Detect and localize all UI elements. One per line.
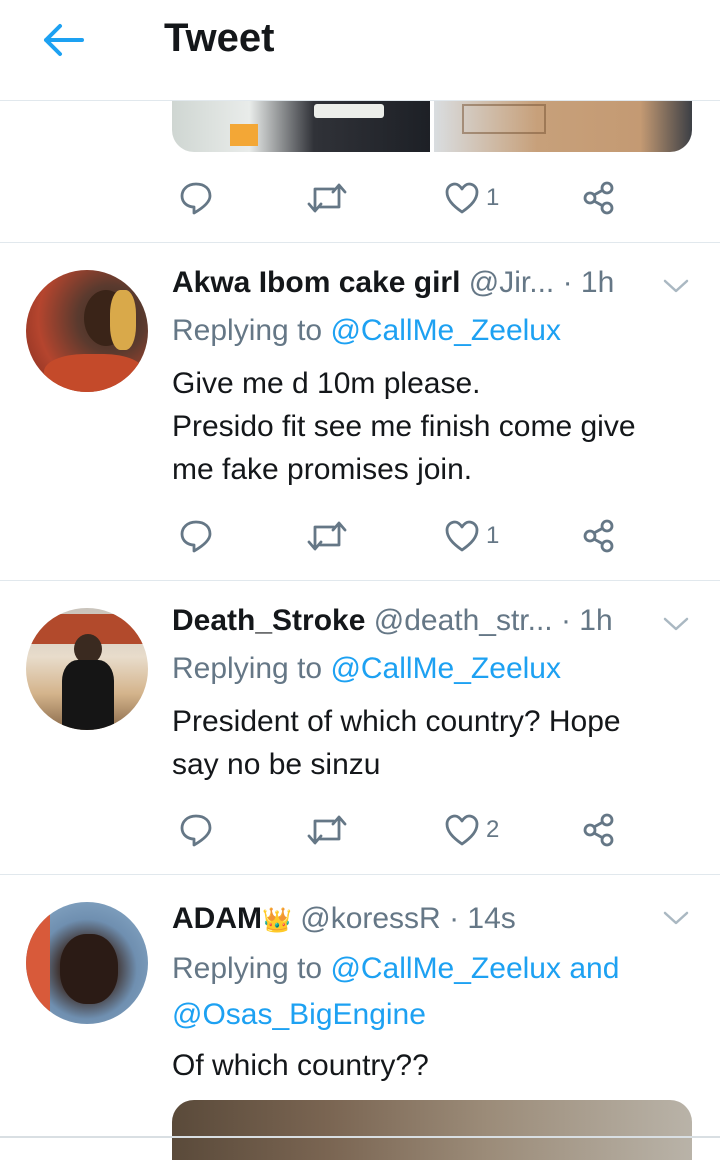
reply-media[interactable] (172, 1100, 692, 1160)
tweet-text-line: Of which country?? (172, 1049, 429, 1082)
retweet-icon (307, 521, 347, 551)
share-icon (583, 181, 614, 215)
chevron-down-icon[interactable] (662, 908, 690, 928)
timestamp: · 14s (449, 902, 516, 935)
replying-to: Replying to @CallMe_Zeelux (172, 646, 561, 692)
avatar-face (60, 934, 118, 1004)
tweet-header: Death_Stroke @death_str... · 1h (172, 604, 613, 644)
replying-to-label: Replying to (172, 314, 323, 347)
avatar[interactable] (26, 608, 148, 730)
like-count: 1 (486, 522, 500, 549)
crown-icon: 👑 (262, 907, 292, 934)
tweet-text: Give me d 10m please. Presido fit see me… (172, 362, 692, 491)
page-title: Tweet (164, 16, 275, 60)
like-count: 2 (486, 816, 500, 843)
top-app-bar: Tweet (0, 0, 720, 101)
reply-button[interactable] (178, 176, 214, 220)
replying-to: Replying to @CallMe_Zeelux (172, 308, 561, 354)
avatar[interactable] (26, 270, 148, 392)
avatar-clothing (44, 354, 144, 392)
speech-bubble-icon (180, 182, 212, 215)
display-name[interactable]: Akwa Ibom cake girl (172, 266, 460, 299)
mention-joiner: and (569, 952, 620, 985)
heart-icon (445, 182, 479, 214)
like-button[interactable]: 2 (444, 808, 499, 852)
tweet-header: ADAM👑 @koressR · 14s (172, 902, 516, 942)
retweet-button[interactable] (306, 176, 348, 220)
like-button[interactable]: 1 (444, 514, 499, 558)
reply-button[interactable] (178, 808, 214, 852)
user-handle[interactable]: @koressR (300, 902, 440, 935)
replying-to-label: Replying to (172, 952, 323, 985)
media-detail (230, 124, 258, 146)
user-handle[interactable]: @death_str... (374, 604, 553, 637)
speech-bubble-icon (180, 814, 212, 847)
tweet-text-line: me fake promises join. (172, 453, 473, 486)
share-button[interactable] (580, 176, 616, 220)
mention-link[interactable]: @Osas_BigEngine (172, 998, 426, 1031)
speech-bubble-icon (180, 520, 212, 553)
avatar-background (26, 902, 50, 1024)
tweet-text-line: Presido fit see me finish come give (172, 410, 636, 443)
tweet-actions: 1 (172, 176, 632, 220)
replying-to: Replying to @CallMe_Zeelux and @Osas_Big… (172, 946, 692, 1038)
like-button[interactable]: 1 (444, 176, 499, 220)
share-icon (583, 519, 614, 553)
chevron-down-icon[interactable] (662, 276, 690, 296)
share-button[interactable] (580, 514, 616, 558)
share-icon (583, 813, 614, 847)
avatar-body (62, 660, 114, 730)
heart-icon (445, 814, 479, 846)
tweet-text: Of which country?? (172, 1044, 692, 1087)
replying-to-label: Replying to (172, 652, 323, 685)
chevron-down-icon[interactable] (662, 614, 690, 634)
media-image-left[interactable] (172, 100, 430, 152)
mention-link[interactable]: @CallMe_Zeelux (330, 652, 561, 685)
tweet-text: President of which country? Hope say no … (172, 700, 692, 786)
share-button[interactable] (580, 808, 616, 852)
mention-link[interactable]: @CallMe_Zeelux (330, 952, 561, 985)
user-handle[interactable]: @Jir... (469, 266, 554, 299)
divider (0, 580, 720, 581)
retweet-icon (307, 815, 347, 845)
retweet-icon (307, 183, 347, 213)
avatar[interactable] (26, 902, 148, 1024)
back-button[interactable] (38, 18, 88, 62)
mention-link[interactable]: @CallMe_Zeelux (330, 314, 561, 347)
display-name[interactable]: Death_Stroke (172, 604, 365, 637)
divider (0, 874, 720, 875)
tweet-text-line: Give me d 10m please. (172, 367, 481, 400)
like-count: 1 (486, 184, 500, 211)
display-name[interactable]: ADAM (172, 902, 262, 935)
reply-button[interactable] (178, 514, 214, 558)
tweet-actions: 1 (172, 514, 632, 558)
timestamp: · 1h (560, 604, 613, 637)
arrow-left-icon (44, 24, 84, 56)
tweet-text-line: say no be sinzu (172, 748, 381, 781)
media-detail (462, 104, 546, 134)
heart-icon (445, 520, 479, 552)
tweet-actions: 2 (172, 808, 632, 852)
retweet-button[interactable] (306, 514, 348, 558)
media-detail (314, 104, 384, 118)
timestamp: · 1h (562, 266, 615, 299)
top-tweet-media[interactable] (172, 100, 692, 152)
tweet-header: Akwa Ibom cake girl @Jir... · 1h (172, 266, 614, 306)
retweet-button[interactable] (306, 808, 348, 852)
avatar-hair (110, 290, 136, 350)
divider (0, 242, 720, 243)
tweet-text-line: President of which country? Hope (172, 705, 621, 738)
